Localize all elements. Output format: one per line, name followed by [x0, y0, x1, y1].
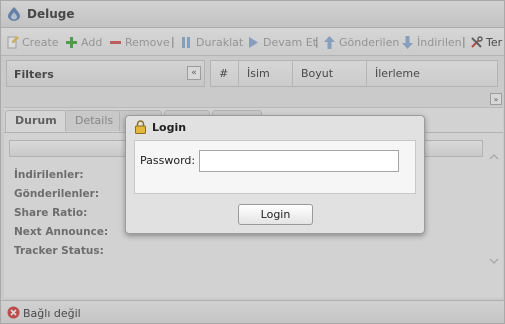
password-input[interactable]: [199, 150, 399, 172]
login-form: Password:: [134, 140, 416, 194]
lock-icon: [135, 120, 146, 134]
login-button[interactable]: Login: [238, 204, 313, 225]
password-label: Password:: [140, 154, 196, 167]
login-title: Login: [152, 121, 187, 134]
login-dialog: Login Password: Login: [125, 115, 425, 234]
